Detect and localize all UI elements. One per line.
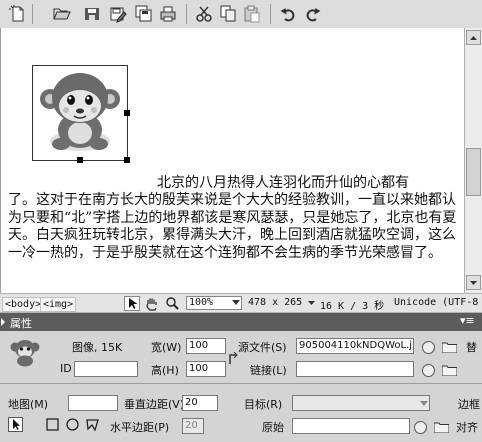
original-browse-folder-icon[interactable]: [434, 421, 449, 433]
hspace-field[interactable]: 20: [182, 418, 204, 434]
image-thumbnail-icon: [10, 340, 40, 367]
redo-icon[interactable]: [303, 4, 323, 24]
height-field[interactable]: 100: [186, 361, 226, 377]
scroll-thumb[interactable]: [466, 148, 481, 196]
status-bar: <body> <img> 100% 478 x 265 16 K / 3 秒 U…: [0, 293, 482, 313]
resize-handle-corner[interactable]: [124, 157, 130, 163]
resize-handle-bottom[interactable]: [77, 157, 83, 163]
selected-image[interactable]: [32, 65, 130, 163]
save-all-icon[interactable]: [134, 4, 154, 24]
target-dropdown-icon[interactable]: [420, 401, 428, 406]
target-label: 目标(R): [244, 398, 283, 411]
link-field[interactable]: [296, 361, 414, 377]
original-label: 原始: [262, 421, 284, 434]
properties-panel-header[interactable]: 属性 ▾≡: [0, 313, 482, 331]
target-select[interactable]: [292, 395, 430, 411]
cut-icon[interactable]: [194, 4, 214, 24]
properties-panel: 图像, 15K 宽(W) 100 源文件(S) 905004110kNDQWoL…: [0, 331, 482, 442]
paragraph-first-line: 北京的八月热得人连羽化而升仙的心都有: [157, 175, 409, 191]
vertical-scrollbar[interactable]: [464, 28, 482, 293]
zoom-select[interactable]: 100%: [186, 296, 242, 310]
print-icon[interactable]: [158, 4, 178, 24]
select-tool-icon[interactable]: [124, 296, 140, 311]
hspace-label: 水平边距(P): [110, 421, 170, 434]
border-label: 边框: [458, 398, 480, 411]
image-info-label: 图像, 15K: [72, 341, 123, 354]
rectangle-hotspot-icon[interactable]: [46, 418, 59, 431]
document-toolbar: [0, 0, 482, 29]
id-label: ID: [60, 362, 72, 375]
vspace-label: 垂直边距(V): [124, 398, 185, 411]
save-as-icon[interactable]: [108, 4, 128, 24]
save-icon[interactable]: [82, 4, 102, 24]
height-label: 高(H): [151, 364, 179, 377]
link-point-to-file-icon[interactable]: [422, 364, 435, 377]
monkey-toy-image: [40, 73, 120, 151]
hand-tool-icon[interactable]: [144, 296, 160, 311]
window-size[interactable]: 478 x 265: [248, 297, 302, 308]
properties-title: 属性: [10, 317, 32, 330]
src-label: 源文件(S): [238, 341, 287, 354]
new-file-icon[interactable]: [8, 4, 28, 24]
width-field[interactable]: 100: [186, 338, 226, 354]
copy-icon[interactable]: [218, 4, 238, 24]
zoom-tool-icon[interactable]: [164, 296, 180, 311]
link-browse-folder-icon[interactable]: [442, 364, 457, 376]
map-field[interactable]: [68, 395, 118, 411]
tag-selector-img[interactable]: <img>: [40, 297, 77, 312]
browse-folder-icon[interactable]: [442, 341, 457, 353]
pointer-hotspot-icon[interactable]: [8, 417, 23, 432]
original-point-to-file-icon[interactable]: [414, 421, 427, 434]
src-field[interactable]: 905004110kNDQWoL.jpg: [296, 338, 414, 354]
resize-handle-right[interactable]: [124, 110, 130, 116]
file-size-download-time: 16 K / 3 秒: [320, 301, 385, 312]
encoding: Unicode (UTF-8: [394, 297, 479, 308]
zoom-value: 100%: [189, 297, 214, 308]
paste-icon[interactable]: [242, 4, 262, 24]
map-label: 地图(M): [8, 398, 49, 411]
reset-size-icon[interactable]: [228, 352, 238, 366]
replace-label: 替: [466, 341, 477, 354]
align-label: 对齐: [456, 421, 478, 434]
id-field[interactable]: [74, 361, 138, 377]
open-icon[interactable]: [52, 4, 72, 24]
scroll-down-button[interactable]: [466, 275, 481, 290]
tag-selector-body[interactable]: <body>: [2, 297, 45, 312]
original-field[interactable]: [292, 418, 410, 434]
circle-hotspot-icon[interactable]: [66, 418, 79, 431]
link-label: 链接(L): [250, 364, 287, 377]
width-label: 宽(W): [151, 341, 182, 354]
polygon-hotspot-icon[interactable]: [86, 418, 99, 431]
point-to-file-icon[interactable]: [422, 341, 435, 354]
vspace-field[interactable]: 20: [182, 395, 218, 411]
panel-divider: [0, 383, 482, 384]
panel-options-icon[interactable]: ▾≡: [460, 314, 475, 327]
undo-icon[interactable]: [278, 4, 298, 24]
scroll-up-button[interactable]: [466, 30, 481, 45]
paragraph-body: 了。这对于在南方长大的殷芙来说是个大大的经验教训，一直以来她都认为只要和“北”字…: [8, 192, 457, 261]
